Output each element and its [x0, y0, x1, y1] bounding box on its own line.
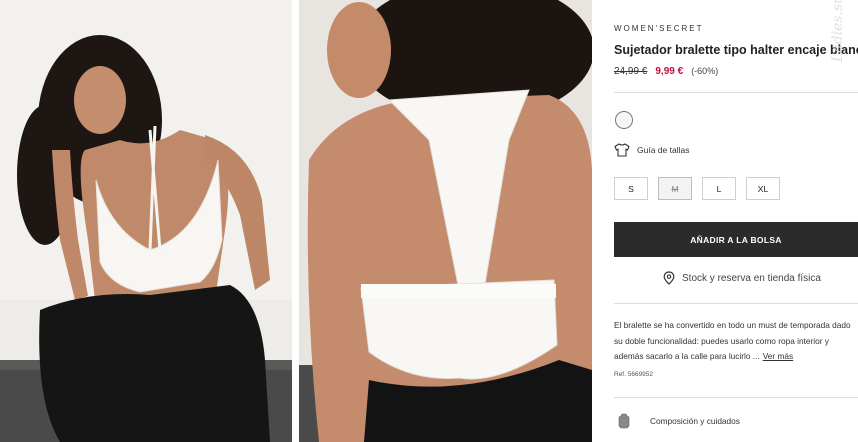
color-swatch-white[interactable] — [615, 111, 633, 129]
composition-care-link[interactable]: Composición y cuidados — [618, 413, 740, 429]
location-pin-icon — [663, 271, 675, 285]
care-label-icon — [618, 413, 630, 429]
product-title: Sujetador bralette tipo halter encaje bl… — [614, 43, 858, 57]
size-option-xl[interactable]: XL — [746, 177, 780, 200]
description-text: además sacarlo a la calle para lucirlo .… — [614, 351, 760, 361]
size-guide-label: Guía de tallas — [637, 145, 690, 155]
description-line: su doble funcionalidad: puedes usarlo co… — [614, 335, 829, 346]
product-info-panel: WOMEN'SECRET Sujetador bralette tipo hal… — [614, 0, 858, 442]
description-line: El bralette se ha convertido en todo un … — [614, 320, 851, 330]
product-description: El bralette se ha convertido en todo un … — [614, 318, 858, 365]
size-option-l[interactable]: L — [702, 177, 736, 200]
store-stock-label: Stock y reserva en tienda física — [682, 272, 821, 284]
product-image-front[interactable] — [0, 0, 292, 442]
read-more-link[interactable]: Ver más — [763, 351, 793, 361]
model-back-illustration — [299, 0, 592, 442]
divider — [614, 397, 858, 398]
tshirt-icon — [614, 143, 630, 157]
size-option-m[interactable]: M — [658, 177, 692, 200]
price-block: 24,99 € 9,99 € (-60%) — [614, 66, 718, 77]
divider — [614, 92, 858, 93]
composition-care-label: Composición y cuidados — [650, 416, 740, 426]
site-watermark: Ladies.su — [830, 0, 846, 62]
product-image-back[interactable] — [299, 0, 592, 442]
add-to-bag-button[interactable]: AÑADIR A LA BOLSA — [614, 222, 858, 257]
size-guide-link[interactable]: Guía de tallas — [614, 143, 689, 157]
store-stock-link[interactable]: Stock y reserva en tienda física — [663, 271, 821, 285]
product-reference: Ref. 5669952 — [614, 371, 654, 378]
sale-price: 9,99 € — [655, 66, 684, 77]
original-price: 24,99 € — [614, 66, 648, 77]
size-option-s[interactable]: S — [614, 177, 648, 200]
size-selector: S M L XL — [614, 177, 790, 200]
model-front-illustration — [0, 0, 292, 442]
discount-percent: (-60%) — [691, 66, 719, 76]
brand-name: WOMEN'SECRET — [614, 24, 704, 33]
description-line: además sacarlo a la calle para lucirlo .… — [614, 349, 858, 365]
divider — [614, 303, 858, 304]
